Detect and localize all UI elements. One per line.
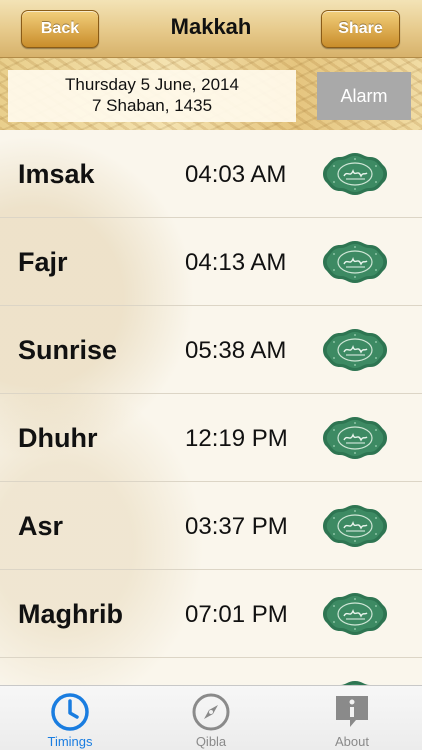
prayer-time: 04:03 AM [185,161,287,188]
prayer-name: Imsak [18,159,95,189]
tab-label: About [335,734,369,749]
prayer-name: Fajr [18,247,68,277]
gregorian-date: Thursday 5 June, 2014 [65,75,239,94]
tab-about[interactable]: About [282,686,422,750]
navigation-bar: Back Makkah Share [0,0,422,58]
prayer-time: 12:19 PM [185,425,288,452]
tab-label: Timings [47,734,93,749]
prayer-name: Asr [18,511,64,541]
prayer-row-maghrib[interactable]: Maghrib 07:01 PM [0,570,422,658]
alarm-button[interactable]: Alarm [317,72,411,120]
hijri-date: 7 Shaban, 1435 [91,96,213,115]
prayer-name: Dhuhr [18,423,98,453]
allah-calligraphy-badge-icon[interactable] [322,152,388,196]
allah-calligraphy-badge-icon[interactable] [322,240,388,284]
info-icon [336,696,368,727]
prayer-name: Maghrib [18,599,123,629]
clock-icon [51,693,89,731]
allah-calligraphy-badge-icon[interactable] [322,504,388,548]
prayer-row-partial[interactable] [0,658,422,685]
prayer-row-imsak[interactable]: Imsak 04:03 AM [0,130,422,218]
allah-calligraphy-badge-icon[interactable] [322,592,388,636]
share-button[interactable]: Share [321,10,400,48]
allah-calligraphy-badge-icon[interactable] [322,328,388,372]
prayer-row-dhuhr[interactable]: Dhuhr 12:19 PM [0,394,422,482]
tab-label: Qibla [195,734,227,749]
tab-qibla[interactable]: Qibla [141,686,281,750]
compass-icon [192,693,230,731]
date-header: Thursday 5 June, 2014 7 Shaban, 1435 Ala… [0,58,422,130]
prayer-row-sunrise[interactable]: Sunrise 05:38 AM [0,306,422,394]
prayer-time: 07:01 PM [185,601,288,628]
prayer-row-asr[interactable]: Asr 03:37 PM [0,482,422,570]
prayer-row-fajr[interactable]: Fajr 04:13 AM [0,218,422,306]
date-box: Thursday 5 June, 2014 7 Shaban, 1435 [8,70,296,122]
prayer-time: 05:38 AM [185,337,287,364]
prayer-time: 04:13 AM [185,249,287,276]
prayer-time: 03:37 PM [185,513,288,540]
prayer-name: Sunrise [18,335,118,365]
allah-calligraphy-badge-icon[interactable] [322,416,388,460]
tab-timings[interactable]: Timings [0,686,140,750]
tab-bar: Timings Qibla About [0,685,422,750]
prayer-times-list[interactable]: Imsak 04:03 AM Fajr 04:13 AM Sunrise 05:… [0,130,422,685]
